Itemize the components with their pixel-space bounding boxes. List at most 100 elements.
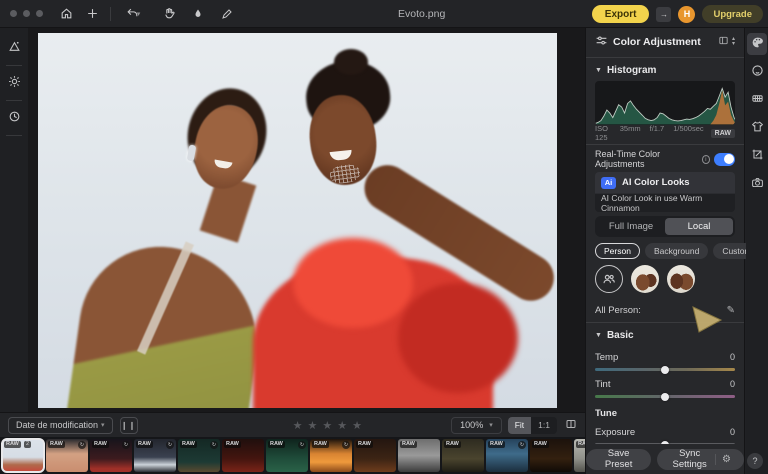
history-button[interactable] [3,106,25,130]
hand-icon [163,7,176,20]
raw-badge: RAW [444,441,461,448]
edit-pencil-icon[interactable]: ✎ [727,305,735,316]
rating-star[interactable]: ★ [352,419,362,432]
filmstrip-thumbnail-13[interactable]: RAW [530,439,572,472]
brush-tool-button[interactable] [216,4,238,24]
enhance-button[interactable] [3,71,25,95]
filmstrip-thumbnail-2[interactable]: RAW↻ [46,439,88,472]
exif-value: f/1.7 [650,124,665,142]
fit-toggle-group: Fit 1:1 [508,417,557,434]
subject-avatar-row [595,265,735,293]
help-button[interactable]: ? [747,453,763,469]
photo-preview[interactable] [38,33,557,408]
tab-portrait-retouch[interactable] [747,61,767,83]
chevron-down-icon: ▾ [101,421,105,429]
raw-badge: RAW [224,441,241,448]
raw-badge: RAW [180,441,197,448]
tint-slider[interactable] [595,395,735,398]
home-icon [60,7,73,20]
sort-dropdown[interactable]: Date de modification ▾ [8,417,113,434]
tab-color-adjustment[interactable] [747,33,767,55]
gear-icon[interactable]: ⚙ [715,454,731,465]
tint-label: Tint [595,379,610,390]
save-preset-button[interactable]: Save Preset [586,449,651,470]
rail-divider [6,135,22,136]
tint-slider-row: Tint 0 [595,377,735,398]
zoom-dropdown[interactable]: 100% ▾ [451,417,502,434]
temp-slider[interactable] [595,368,735,371]
adjustment-prism-button[interactable] [3,36,25,60]
prism-icon [8,40,21,56]
canvas-workspace[interactable] [28,28,585,412]
scope-tab-local[interactable]: Local [665,218,733,235]
exif-value: 35mm [620,124,641,142]
rating-star[interactable]: ★ [293,419,303,432]
ai-color-looks-card[interactable]: Ai AI Color Looks [595,172,735,193]
subject-avatar-1[interactable] [631,265,659,293]
chip-background[interactable]: Background [645,243,708,259]
info-icon[interactable]: i [702,155,710,164]
scope-tab-full-image[interactable]: Full Image [597,218,665,235]
color-picker-tool-button[interactable] [187,4,209,24]
new-project-button[interactable] [81,4,103,24]
sliders-icon [595,34,608,50]
rating-star[interactable]: ★ [322,419,332,432]
panel-collapse-icon[interactable]: ▴▾ [732,37,735,47]
panel-layout-icon[interactable] [718,35,729,49]
sync-status-icon: ↻ [166,441,174,449]
filmstrip-thumbnail-11[interactable]: RAW [442,439,484,472]
exposure-value: 0 [730,427,735,437]
filmstrip: RAW2RAW↻RAW↻RAW↻RAW↻RAWRAW↻RAW↻RAWRAWRAW… [0,437,585,474]
tint-value: 0 [730,379,735,389]
pause-button[interactable]: ❙❙ [120,417,138,434]
all-subjects-avatar[interactable] [595,265,623,293]
tab-crop[interactable] [747,145,767,167]
home-button[interactable] [55,4,77,24]
photo-left-body [66,236,269,408]
tab-teeth-retouch[interactable] [747,89,767,111]
tab-clothing[interactable] [747,117,767,139]
sync-status-icon: ↻ [298,441,306,449]
tint-slider-handle[interactable] [661,393,669,401]
panel-footer: Save Preset Sync Settings ⚙ [586,444,744,474]
ai-badge-icon: Ai [601,177,616,189]
raw-badge: RAW [48,441,65,448]
realtime-toggle[interactable] [714,153,735,166]
zoom-value: 100% [460,420,483,430]
sync-settings-button[interactable]: Sync Settings ⚙ [657,449,744,470]
filmstrip-thumbnail-8[interactable]: RAW↻ [310,439,352,472]
subject-avatar-2[interactable] [667,265,695,293]
filmstrip-thumbnail-5[interactable]: RAW↻ [178,439,220,472]
filmstrip-thumbnail-14[interactable]: RAW [574,439,585,472]
histogram-section-header[interactable]: ▼ Histogram [595,61,735,79]
rating-star[interactable]: ★ [307,419,317,432]
exif-labels: ISO 12535mmf/1.71/500sec [595,124,704,142]
window-controls[interactable] [10,10,43,17]
chip-person[interactable]: Person [595,243,640,259]
filmstrip-thumbnail-7[interactable]: RAW↻ [266,439,308,472]
export-queue-button[interactable]: → [656,7,671,22]
sync-status-icon: ↻ [342,441,350,449]
filmstrip-thumbnail-9[interactable]: RAW [354,439,396,472]
filmstrip-thumbnail-12[interactable]: RAW↻ [486,439,528,472]
filmstrip-thumbnail-10[interactable]: RAW [398,439,440,472]
tab-camera[interactable] [747,173,767,195]
rating-star[interactable]: ★ [337,419,347,432]
user-avatar[interactable]: H [678,6,695,23]
eyedropper-icon [192,8,204,20]
collapse-triangle-icon: ▼ [595,67,602,74]
pan-tool-button[interactable] [158,4,180,24]
filmstrip-thumbnail-4[interactable]: RAW↻ [134,439,176,472]
fit-button[interactable]: Fit [508,417,531,434]
undo-button[interactable]: ▾ [118,4,148,24]
filmstrip-thumbnail-1[interactable]: RAW2 [2,439,44,472]
temp-slider-handle[interactable] [661,366,669,374]
compare-view-button[interactable] [565,418,577,433]
upgrade-button[interactable]: Upgrade [702,5,763,23]
undo-dropdown-caret[interactable]: ▾ [137,10,141,18]
filmstrip-thumbnail-6[interactable]: RAW [222,439,264,472]
actual-size-button[interactable]: 1:1 [531,417,557,434]
sort-dropdown-label: Date de modification [16,420,98,430]
filmstrip-thumbnail-3[interactable]: RAW↻ [90,439,132,472]
export-button[interactable]: Export [592,5,650,23]
